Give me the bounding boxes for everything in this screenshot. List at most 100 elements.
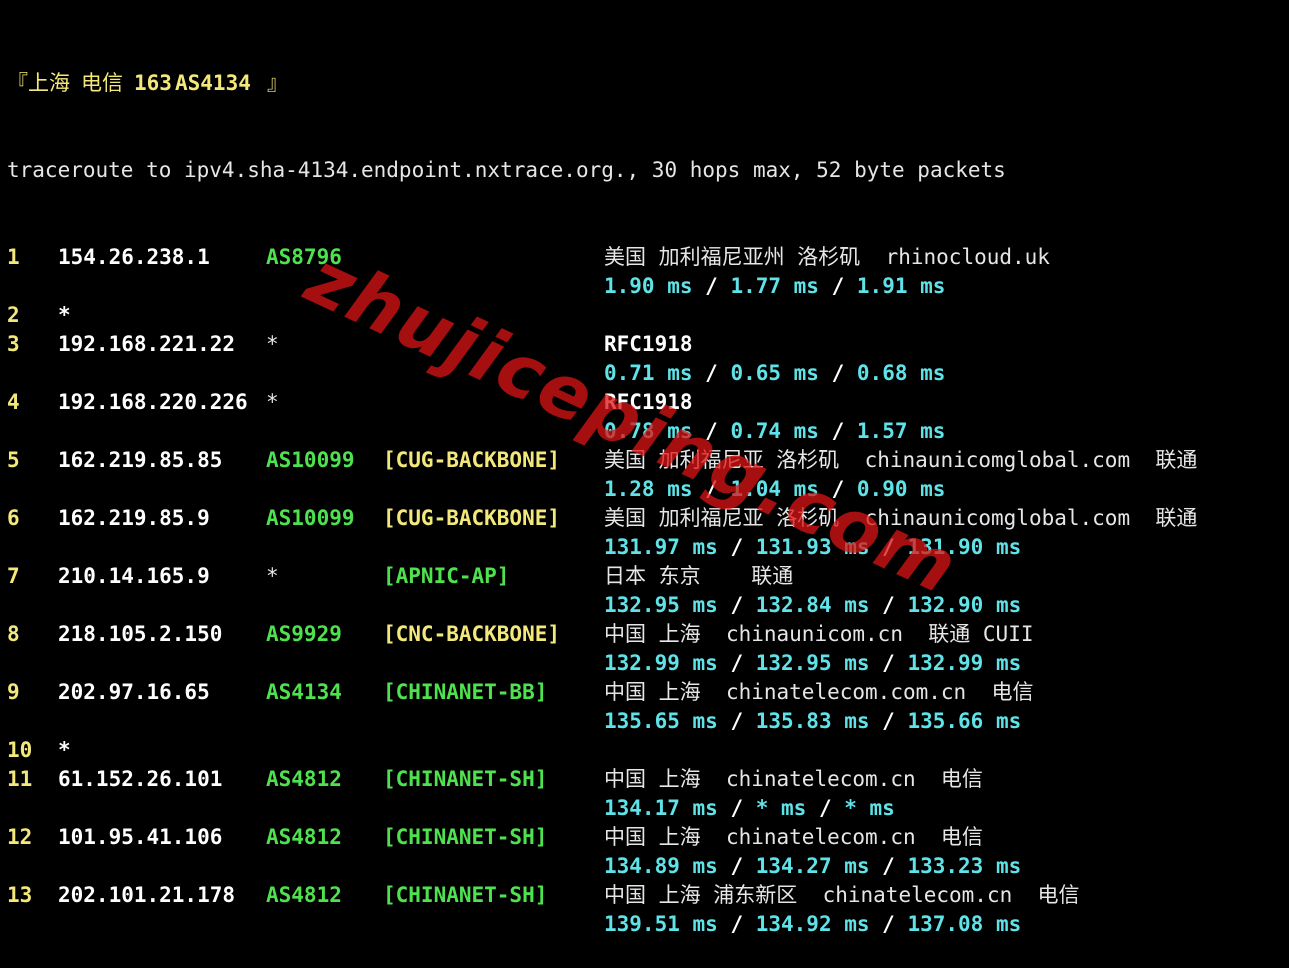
- hop-rtt-row: 134.89 ms / 134.27 ms / 133.23 ms: [7, 852, 1287, 881]
- hop-row: 13 202.101.21.178 AS4812 [CHINANET-SH] 中国 上海…: [7, 881, 1287, 910]
- hop-rtt-row: 132.99 ms / 132.95 ms / 132.99 ms: [7, 649, 1287, 678]
- hop-geo: 中国 上海: [604, 622, 701, 646]
- hop-row: 8 218.105.2.150 AS9929 [CNC-BACKBONE] 中国 上海 …: [7, 620, 1287, 649]
- hop-row: 4 192.168.220.226 * RFC1918: [7, 388, 1287, 417]
- hop-rtt-row: 134.17 ms / * ms / * ms: [7, 794, 1287, 823]
- hop-owner: 联通: [1155, 448, 1198, 472]
- header-isp: 电信: [81, 71, 123, 95]
- hop-geo: RFC1918: [604, 390, 693, 414]
- hop-owner: 电信: [940, 825, 983, 849]
- rtt-values: 0.78 ms / 0.74 ms / 1.57 ms: [604, 417, 945, 446]
- hop-geo: 美国 加利福尼亚州 洛杉矶: [604, 245, 861, 269]
- rtt-value: 135.66 ms: [907, 709, 1022, 733]
- rtt-value: 132.99 ms: [604, 651, 718, 675]
- hop-owner: 联通: [1155, 506, 1198, 530]
- hop-geo: 美国 加利福尼亚 洛杉矶: [604, 448, 840, 472]
- rtt-separator: /: [869, 854, 908, 878]
- rtt-values: 135.65 ms / 135.83 ms / 135.66 ms: [604, 707, 1021, 736]
- hop-ip: *: [58, 303, 71, 327]
- hop-asn: AS4812: [266, 883, 342, 907]
- rtt-value: 1.57 ms: [856, 419, 946, 443]
- header-open-bracket: 『: [7, 71, 28, 95]
- rtt-value: 1.91 ms: [856, 274, 946, 298]
- hop-location: 中国 上海 chinaunicom.cn 联通 CUII: [604, 620, 1033, 649]
- hop-ip: 202.97.16.65: [58, 680, 210, 704]
- rtt-separator: /: [717, 796, 756, 820]
- hop-number: 4: [7, 390, 20, 414]
- hop-hostname: chinaunicomglobal.com: [864, 448, 1131, 472]
- rtt-value: 134.17 ms: [604, 796, 718, 820]
- rtt-separator: /: [818, 477, 857, 501]
- hop-asn: AS8796: [266, 245, 342, 269]
- rtt-separator: /: [869, 709, 908, 733]
- hop-rtt-row: 131.97 ms / 131.93 ms / 131.90 ms: [7, 533, 1287, 562]
- hop-row: 12 101.95.41.106 AS4812 [CHINANET-SH] 中国 上海 …: [7, 823, 1287, 852]
- hop-network-tag: [CNC-BACKBONE]: [383, 622, 561, 646]
- hop-row: 2 *: [7, 301, 1287, 330]
- hop-number: 6: [7, 506, 20, 530]
- hop-hostname: rhinocloud.uk: [885, 245, 1050, 269]
- rtt-separator: /: [869, 912, 908, 936]
- hop-owner: 联通 CUII: [928, 622, 1034, 646]
- rtt-value: 135.83 ms: [755, 709, 870, 733]
- hop-geo: 中国 上海 浦东新区: [604, 883, 798, 907]
- hop-number: 8: [7, 622, 20, 646]
- hop-network-tag: [CUG-BACKBONE]: [383, 506, 561, 530]
- rtt-value: 132.90 ms: [907, 593, 1022, 617]
- rtt-values: 134.17 ms / * ms / * ms: [604, 794, 895, 823]
- rtt-value: 0.78 ms: [604, 419, 693, 443]
- hop-asn: AS10099: [266, 448, 355, 472]
- rtt-separator: /: [869, 651, 908, 675]
- rtt-value: 1.28 ms: [604, 477, 693, 501]
- hop-network-tag: [CUG-BACKBONE]: [383, 448, 561, 472]
- hop-location: 美国 加利福尼亚 洛杉矶 chinaunicomglobal.com 联通: [604, 504, 1197, 533]
- hop-owner: 联通: [751, 564, 794, 588]
- hop-location: 中国 上海 chinatelecom.cn 电信: [604, 823, 983, 852]
- hop-ip: *: [58, 738, 71, 762]
- hop-geo: RFC1918: [604, 332, 693, 356]
- rtt-value: 137.08 ms: [907, 912, 1022, 936]
- hop-hostname: chinaunicom.cn: [725, 622, 903, 646]
- hop-ip: 154.26.238.1: [58, 245, 210, 269]
- hop-list: 1 154.26.238.1 AS8796 美国 加利福尼亚州 洛杉矶 rhinocl…: [7, 243, 1287, 939]
- rtt-value: 131.90 ms: [907, 535, 1022, 559]
- hop-row: 7 210.14.165.9 * [APNIC-AP] 日本 东京 联通: [7, 562, 1287, 591]
- hop-network-tag: [CHINANET-SH]: [383, 883, 548, 907]
- hop-row: 6 162.219.85.9 AS10099 [CUG-BACKBONE] 美国 加利福…: [7, 504, 1287, 533]
- rtt-value: 1.77 ms: [730, 274, 819, 298]
- hop-rtt-row: 0.71 ms / 0.65 ms / 0.68 ms: [7, 359, 1287, 388]
- hop-number: 5: [7, 448, 20, 472]
- hop-number: 2: [7, 303, 20, 327]
- rtt-separator: /: [717, 651, 756, 675]
- hop-ip: 162.219.85.9: [58, 506, 210, 530]
- hop-rtt-row: 132.95 ms / 132.84 ms / 132.90 ms: [7, 591, 1287, 620]
- rtt-value: 0.68 ms: [856, 361, 946, 385]
- command-line: traceroute to ipv4.sha-4134.endpoint.nxt…: [7, 156, 1287, 185]
- rtt-values: 134.89 ms / 134.27 ms / 133.23 ms: [604, 852, 1021, 881]
- hop-geo: 日本 东京: [604, 564, 701, 588]
- hop-hostname: chinatelecom.cn: [725, 825, 916, 849]
- rtt-value: 132.95 ms: [755, 651, 870, 675]
- hop-rtt-row: 139.51 ms / 134.92 ms / 137.08 ms: [7, 910, 1287, 939]
- rtt-value: 0.90 ms: [856, 477, 946, 501]
- hop-location: RFC1918: [604, 330, 693, 359]
- rtt-value: 134.92 ms: [755, 912, 870, 936]
- hop-location: 中国 上海 chinatelecom.cn 电信: [604, 765, 983, 794]
- rtt-value: 0.74 ms: [730, 419, 819, 443]
- hop-number: 3: [7, 332, 20, 356]
- hop-hostname: chinaunicomglobal.com: [864, 506, 1131, 530]
- terminal-window[interactable]: 『 上海 电信 163 AS4134 』 traceroute to ipv4.…: [7, 11, 1287, 968]
- rtt-value: 132.84 ms: [755, 593, 870, 617]
- hop-ip: 192.168.221.22: [58, 332, 236, 356]
- rtt-value: 131.97 ms: [604, 535, 718, 559]
- rtt-separator: /: [717, 593, 756, 617]
- rtt-values: 132.95 ms / 132.84 ms / 132.90 ms: [604, 591, 1021, 620]
- hop-ip: 101.95.41.106: [58, 825, 223, 849]
- hop-hostname: chinatelecom.com.cn: [725, 680, 967, 704]
- hop-ip: 162.219.85.85: [58, 448, 223, 472]
- hop-asn: AS4812: [266, 825, 342, 849]
- rtt-separator: /: [818, 361, 857, 385]
- rtt-value: 1.04 ms: [730, 477, 819, 501]
- hop-ip: 202.101.21.178: [58, 883, 236, 907]
- hop-hostname: chinatelecom.cn: [822, 883, 1013, 907]
